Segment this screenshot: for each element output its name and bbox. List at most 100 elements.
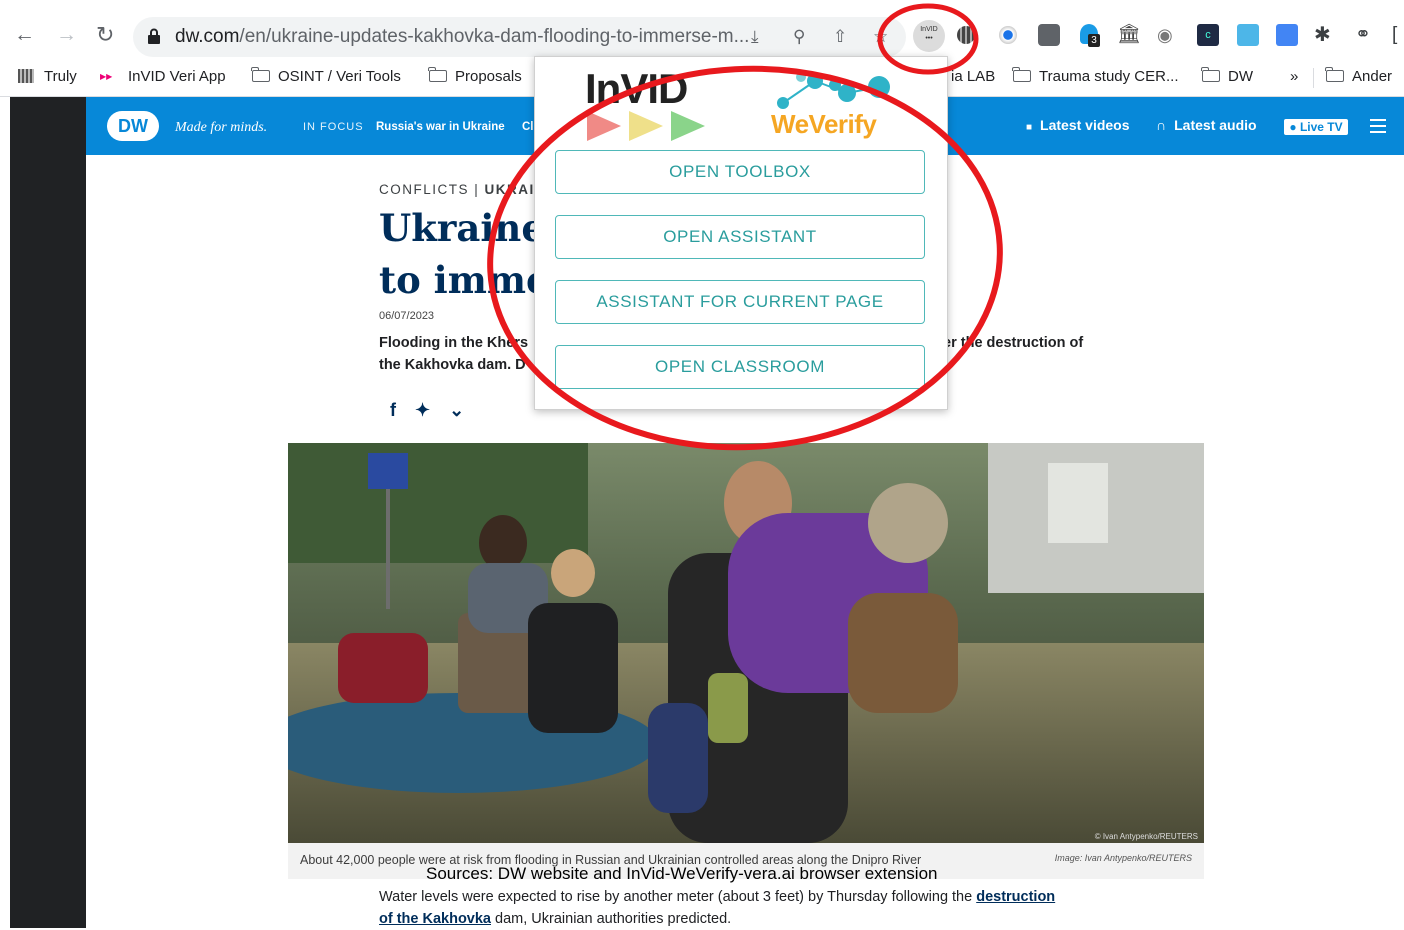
bookmark-proposals[interactable]: Proposals: [428, 67, 522, 86]
destruction-link[interactable]: destruction: [976, 889, 1055, 905]
forward-icon[interactable]: →: [56, 22, 77, 48]
bookmark-ander[interactable]: Ander: [1325, 67, 1393, 86]
back-icon[interactable]: ←: [14, 22, 35, 48]
twitter-icon[interactable]: ✦: [415, 400, 430, 420]
bookmark-invid-veri-app[interactable]: ▶▶ InVID Veri App: [100, 68, 226, 86]
article-body: Water levels were expected to rise by an…: [379, 886, 1139, 930]
invid-logo-text: InVID: [585, 65, 688, 112]
latest-videos-label: Latest videos: [1040, 117, 1130, 133]
lock-icon: [148, 28, 160, 44]
body-text: Water levels were expected to rise by an…: [379, 889, 977, 905]
teaser-part: Flooding in the Khers: [379, 335, 529, 351]
open-assistant-button[interactable]: OPEN ASSISTANT: [555, 215, 925, 259]
kakhovka-link[interactable]: of the Kakhovka: [379, 911, 491, 927]
truly-icon: [18, 69, 34, 83]
extension-icon-5[interactable]: [1237, 24, 1259, 46]
live-tv-button[interactable]: ● Live TV: [1284, 119, 1348, 135]
folder-icon: [1325, 67, 1344, 82]
zoom-icon[interactable]: ⚲: [793, 27, 805, 47]
bookmark-label: InVID Veri App: [128, 68, 226, 85]
extension-badge: 3: [1088, 34, 1100, 47]
latest-videos-link[interactable]: ■ Latest videos: [1026, 117, 1130, 133]
extension-icon-3[interactable]: [1038, 24, 1060, 46]
folder-icon: [251, 67, 270, 82]
image-credit: Image: Ivan Antypenko/REUTERS: [1054, 853, 1192, 863]
open-toolbox-button[interactable]: OPEN TOOLBOX: [555, 150, 925, 194]
live-tv-label: Live TV: [1299, 120, 1343, 134]
latest-audio-link[interactable]: ∩ Latest audio: [1156, 117, 1257, 133]
bookmark-truly[interactable]: Truly: [18, 68, 77, 86]
camera-icon[interactable]: ◉: [1157, 22, 1173, 48]
weverify-logo: WeVerify: [769, 67, 899, 145]
photo-credit-overlay: © Ivan Antypenko/REUTERS: [1094, 832, 1198, 841]
open-classroom-button[interactable]: OPEN CLASSROOM: [555, 345, 925, 389]
nav-topic-climate[interactable]: Cl: [522, 121, 534, 133]
bookmark-divider: [1313, 68, 1314, 88]
in-focus-label: IN FOCUS: [303, 121, 364, 133]
bookmark-dw[interactable]: DW: [1201, 67, 1253, 86]
menu-icon[interactable]: [1370, 119, 1386, 133]
chevron-down-icon[interactable]: ⌄: [449, 400, 464, 420]
extension-icon-1[interactable]: [957, 26, 975, 44]
article-photo: © Ivan Antypenko/REUTERS: [288, 443, 1204, 843]
bookmark-trauma-study[interactable]: Trauma study CER...: [1012, 67, 1179, 86]
teaser-part: er the destruction of: [943, 335, 1084, 351]
bookmark-osint-tools[interactable]: OSINT / Veri Tools: [251, 67, 401, 86]
clock-icon[interactable]: ⚭: [1355, 22, 1371, 48]
invid-extension-popup: InVID WeVerify OPEN TOOLBOX OPEN ASSISTA…: [534, 56, 948, 410]
invid-favicon-icon: ▶▶: [100, 72, 113, 81]
translate-icon[interactable]: [1276, 24, 1298, 46]
address-bar[interactable]: dw.com/en/ukraine-updates-kakhovka-dam-f…: [133, 17, 906, 57]
nav-topic-ukraine-war[interactable]: Russia's war in Ukraine: [376, 121, 505, 133]
share-bar: f ✦ ⌄: [390, 400, 478, 421]
weverify-network-icon: [777, 72, 890, 109]
headphones-icon: ∩: [1156, 117, 1167, 133]
article-date: 06/07/2023: [379, 310, 435, 322]
invid-play-triangles-icon: [587, 111, 705, 141]
invid-logo: InVID: [585, 65, 715, 145]
dw-logo[interactable]: DW: [107, 111, 159, 141]
share-icon[interactable]: ⇧: [833, 27, 847, 47]
dw-tagline: Made for minds.: [175, 120, 268, 135]
extension-icon-2[interactable]: [999, 26, 1017, 44]
flood-rescue-photo: [288, 443, 1204, 843]
bookmark-label: »: [1290, 68, 1299, 85]
browser-toolbar: ← → ↻ dw.com/en/ukraine-updates-kakhovka…: [0, 0, 1404, 60]
bookmark-label: ia LAB: [951, 68, 996, 85]
kicker-section[interactable]: CONFLICTS: [379, 182, 469, 197]
museum-icon[interactable]: 🏛: [1117, 22, 1141, 48]
assistant-current-page-button[interactable]: ASSISTANT FOR CURRENT PAGE: [555, 280, 925, 324]
sidepanel-icon[interactable]: [: [1392, 22, 1397, 48]
invid-extension-label: InVID: [920, 26, 938, 33]
facebook-icon[interactable]: f: [390, 400, 396, 420]
bookmark-label: DW: [1228, 68, 1253, 85]
body-text: dam, Ukrainian authorities predicted.: [491, 911, 732, 927]
bookmark-label: Trauma study CER...: [1039, 68, 1179, 85]
reload-icon[interactable]: ↻: [96, 22, 114, 48]
bookmark-label: Proposals: [455, 68, 522, 85]
url-host: dw.com: [175, 26, 240, 47]
extensions-puzzle-icon[interactable]: ✱: [1314, 22, 1331, 48]
dark-sidebar: [10, 97, 86, 928]
bookmark-label: Ander: [1352, 68, 1393, 85]
invid-extension-icon[interactable]: InVID •••: [913, 20, 945, 52]
url-text: dw.com/en/ukraine-updates-kakhovka-dam-f…: [175, 26, 749, 48]
bookmark-star-icon[interactable]: ☆: [873, 27, 888, 47]
kicker-separator: |: [469, 182, 485, 197]
weverify-logo-text: WeVerify: [771, 109, 877, 139]
folder-icon: [1201, 67, 1220, 82]
folder-icon: [428, 67, 447, 82]
sources-note: Sources: DW website and InVid-WeVerify-v…: [426, 864, 938, 883]
url-path: /en/ukraine-updates-kakhovka-dam-floodin…: [239, 26, 750, 47]
install-app-icon[interactable]: ⤓: [751, 27, 759, 47]
bookmarks-overflow-button[interactable]: »: [1290, 68, 1298, 86]
extension-icon-4[interactable]: 3: [1080, 24, 1100, 47]
latest-audio-label: Latest audio: [1174, 117, 1257, 133]
folder-icon: [1012, 67, 1031, 82]
extension-icon-ct[interactable]: c: [1197, 24, 1219, 46]
bookmark-label: Truly: [44, 68, 77, 85]
article-kicker: CONFLICTS | UKRAIN: [379, 182, 546, 197]
bookmark-media-lab[interactable]: ia LAB: [951, 68, 995, 86]
teaser-part: the Kakhovka dam. D: [379, 357, 526, 373]
bookmark-label: OSINT / Veri Tools: [278, 68, 401, 85]
